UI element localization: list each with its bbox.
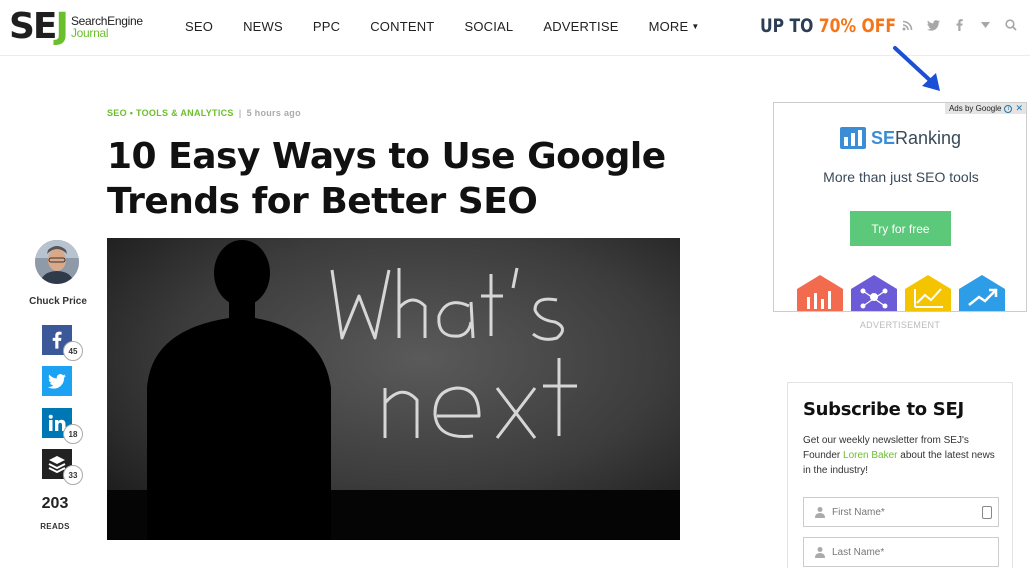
- user-icon: [815, 507, 825, 518]
- ad-feature-icons: [797, 275, 1005, 311]
- first-name-placeholder: First Name*: [832, 506, 885, 518]
- last-name-placeholder: Last Name*: [832, 546, 885, 558]
- advertisement-banner[interactable]: Ads by Google i ✕ SE Ranking More than ju…: [773, 102, 1027, 312]
- article-kicker: SEO • TOOLS & ANALYTICS | 5 hours ago: [107, 108, 301, 118]
- facebook-icon[interactable]: [952, 18, 966, 32]
- growth-house-icon: [959, 275, 1005, 311]
- site-header: SEJ SearchEngine Journal SEO NEWS PPC CO…: [0, 0, 1030, 56]
- reads-count: 203: [41, 495, 69, 512]
- dropdown-icon[interactable]: [978, 18, 992, 32]
- nav-more[interactable]: MORE ▼: [649, 19, 700, 34]
- ad-brand-se: SE: [871, 127, 896, 148]
- search-icon[interactable]: [1004, 18, 1018, 32]
- author-avatar[interactable]: [35, 240, 79, 284]
- nav-ppc[interactable]: PPC: [313, 19, 340, 34]
- ad-info-icon[interactable]: i: [1004, 104, 1013, 113]
- linkedin-share-count: 18: [63, 424, 83, 444]
- nav-more-label: MORE: [648, 19, 689, 34]
- first-name-field[interactable]: First Name*: [803, 497, 999, 527]
- header-icons: [900, 18, 1030, 32]
- twitter-share-icon: [42, 366, 72, 396]
- logo-mark: SEJ: [9, 6, 69, 47]
- annotation-arrow-icon: [893, 46, 940, 91]
- nav-seo[interactable]: SEO: [185, 19, 213, 34]
- kicker-separator: |: [238, 108, 242, 118]
- nav-content[interactable]: CONTENT: [370, 19, 434, 34]
- chalkboard-illustration: [107, 238, 680, 540]
- advertisement-label: ADVERTISEMENT: [859, 320, 941, 330]
- main-nav: SEO NEWS PPC CONTENT SOCIAL ADVERTISE MO…: [185, 19, 730, 34]
- article-title: 10 Easy Ways to Use Google Trends for Be…: [107, 136, 666, 222]
- ad-brand-ranking: Ranking: [895, 127, 962, 148]
- ad-choices[interactable]: Ads by Google i ✕: [944, 103, 1026, 114]
- twitter-icon[interactable]: [926, 18, 940, 32]
- password-manager-icon[interactable]: [982, 506, 992, 519]
- promo-prefix: UP TO: [760, 15, 819, 37]
- logo-wordmark: SearchEngine Journal: [71, 15, 143, 39]
- share-twitter-button[interactable]: [42, 366, 76, 400]
- ad-tagline: More than just SEO tools: [823, 169, 979, 185]
- share-buffer-button[interactable]: 33: [42, 449, 83, 485]
- subscribe-title: Subscribe to SEJ: [803, 399, 964, 420]
- ad-brand: SE Ranking: [840, 127, 961, 149]
- article-time: 5 hours ago: [246, 108, 301, 118]
- nav-advertise[interactable]: ADVERTISE: [543, 19, 618, 34]
- share-facebook-button[interactable]: 45: [42, 325, 83, 361]
- promo-banner[interactable]: UP TO 70% OFF: [760, 15, 896, 37]
- caret-down-icon: ▼: [691, 22, 700, 31]
- rss-icon[interactable]: [900, 18, 914, 32]
- logo-line2: Journal: [70, 26, 109, 40]
- network-house-icon: [851, 275, 897, 311]
- buffer-share-count: 33: [63, 465, 83, 485]
- analytics-house-icon: [797, 275, 843, 311]
- nav-news[interactable]: NEWS: [243, 19, 283, 34]
- article-category[interactable]: SEO • TOOLS & ANALYTICS: [107, 108, 234, 118]
- subscribe-widget: Subscribe to SEJ Get our weekly newslett…: [787, 382, 1013, 568]
- ad-cta-button[interactable]: Try for free: [850, 211, 951, 246]
- site-logo[interactable]: SEJ SearchEngine Journal: [9, 9, 143, 45]
- chart-house-icon: [905, 275, 951, 311]
- facebook-share-count: 45: [63, 341, 83, 361]
- user-icon: [815, 547, 825, 558]
- subscribe-description: Get our weekly newsletter from SEJ's Fou…: [803, 433, 1003, 478]
- nav-social[interactable]: SOCIAL: [464, 19, 513, 34]
- reads-label: READS: [40, 522, 70, 531]
- author-name[interactable]: Chuck Price: [20, 296, 96, 307]
- founder-link[interactable]: Loren Baker: [843, 450, 897, 461]
- last-name-field[interactable]: Last Name*: [803, 537, 999, 567]
- ads-by-google-label: Ads by Google: [948, 104, 1002, 113]
- ad-close-icon[interactable]: ✕: [1015, 103, 1023, 114]
- promo-highlight: 70% OFF: [818, 15, 897, 37]
- share-linkedin-button[interactable]: 18: [42, 408, 83, 444]
- article-hero-image: [107, 238, 680, 540]
- se-ranking-logo-icon: [840, 127, 866, 149]
